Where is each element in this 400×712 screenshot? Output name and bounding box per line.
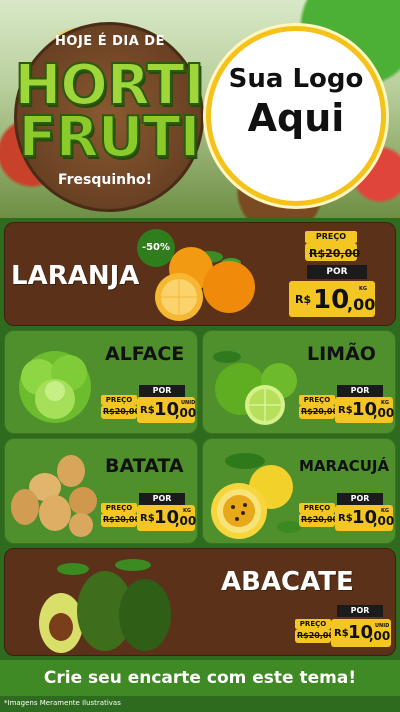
new-price-box: R$ 10 ,00 UNID [331,619,391,647]
old-price: R$20,00 [309,247,360,260]
product-name: MARACUJÁ [299,457,390,475]
old-price: R$20,00 [103,515,141,524]
por-label: POR [337,493,383,505]
price-integer: 10 [313,285,350,315]
avocado-illustration [39,559,171,653]
new-price-box: R$ 10 ,00 KG [289,281,375,317]
product-name: LARANJA [11,261,140,291]
por-label: POR [337,605,383,617]
product-name: BATATA [105,455,184,477]
price-unit: UNID [375,623,390,629]
preco-label: PREÇO [101,503,137,513]
product-card-maracuja: MARACUJÁ POR PREÇO R$20,00 R$ 10 ,00 KG [202,438,396,544]
lettuce-illustration [19,351,91,423]
por-label: POR [337,385,383,397]
price-cents: ,00 [369,629,391,643]
currency: R$ [295,293,312,306]
product-name: LIMÃO [307,343,376,365]
potato-illustration [11,455,97,537]
disclaimer-note: *Imagens Meramente Ilustrativas [4,699,121,707]
currency: R$ [338,405,353,416]
passion-fruit-illustration [211,453,301,539]
price-unit: UNID [181,400,196,406]
new-price-box: R$ 10 ,00 KG [335,505,395,531]
product-card-batata: BATATA POR PREÇO R$20,00 R$ 10 ,00 KG [4,438,198,544]
product-card-abacate: ABACATE POR PREÇO R$20,00 R$ 10 ,00 UNID [4,548,396,656]
price-unit: KG [381,400,389,406]
hero-title-fruti: FRUTI [18,105,202,170]
logo-text-line1: Sua Logo [228,64,364,94]
hero-tagline: Fresquinho! [57,172,153,188]
preco-label: PREÇO [305,231,357,243]
price-cents: ,00 [373,514,395,528]
price-cents: ,00 [347,295,376,314]
preco-label: PREÇO [299,503,335,513]
por-label: POR [139,493,185,505]
product-card-limao: LIMÃO POR PREÇO R$20,00 R$ 10 ,00 KG [202,330,396,434]
old-price: R$20,00 [103,407,141,416]
currency: R$ [334,628,349,639]
new-price-box: R$ 10 ,00 UNID [137,397,197,423]
price-unit: KG [359,286,367,292]
preco-label: PREÇO [101,395,137,405]
price-cents: ,00 [175,406,197,420]
hero-banner: HOJE É DIA DE HORTI FRUTI Fresquinho! Su… [0,0,400,218]
product-name: ABACATE [221,567,354,597]
price-unit: KG [183,508,191,514]
cta-banner: Crie seu encarte com este tema! [0,660,400,696]
preco-label: PREÇO [299,395,335,405]
price-cents: ,00 [373,406,395,420]
old-price: R$20,00 [301,407,339,416]
price-cents: ,00 [175,514,197,528]
currency: R$ [338,513,353,524]
preco-label: PREÇO [295,619,331,629]
new-price-box: R$ 10 ,00 KG [335,397,395,423]
new-price-box: R$ 10 ,00 KG [137,505,197,531]
por-label: POR [307,265,367,279]
currency: R$ [140,405,155,416]
hero-subtitle: HOJE É DIA DE [55,34,165,49]
orange-illustration [155,247,255,321]
currency: R$ [140,513,155,524]
product-card-alface: ALFACE POR PREÇO R$20,00 R$ 10 ,00 UNID [4,330,198,434]
product-card-laranja: LARANJA -50% PREÇO R$20,00 POR R$ 10 ,00… [4,222,396,326]
lime-illustration [213,351,297,425]
old-price: R$20,00 [297,631,335,640]
price-unit: KG [381,508,389,514]
old-price: R$20,00 [301,515,339,524]
por-label: POR [139,385,185,397]
logo-text-line2: Aqui [247,96,345,140]
product-name: ALFACE [105,343,185,365]
